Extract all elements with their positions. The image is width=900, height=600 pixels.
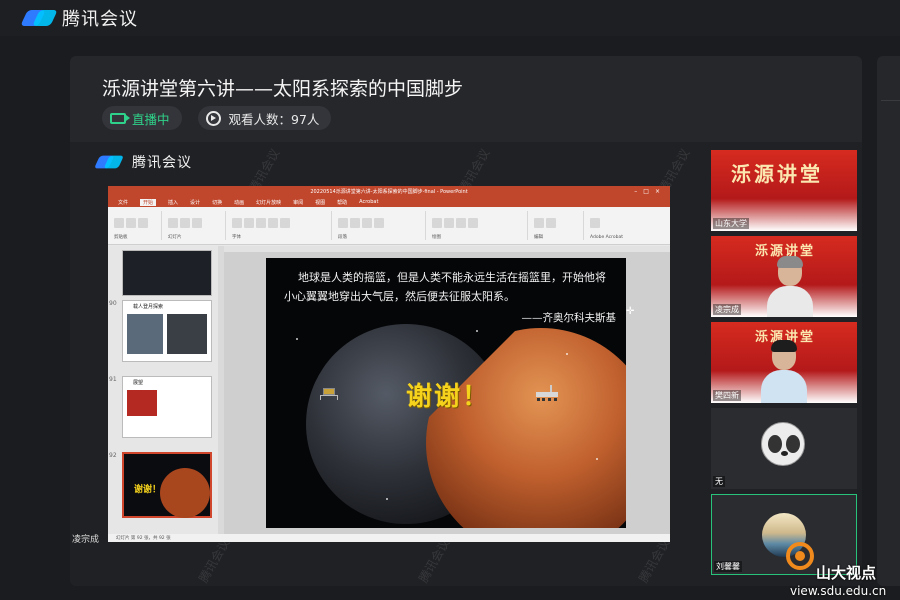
shared-screen: 20220514泺源讲堂第六讲-太阳系探索的中国脚步-final - Power…: [108, 186, 670, 542]
tencent-meeting-logo-icon: [20, 10, 58, 26]
watermark-url: view.sdu.edu.cn: [790, 584, 887, 598]
stream-watermark: 腾讯会议: [416, 536, 453, 586]
ppt-status-bar: 幻灯片 第 92 张，共 92 张: [108, 534, 670, 542]
ribbon-group: 幻灯片: [168, 211, 226, 240]
meeting-title: 泺源讲堂第六讲——太阳系探索的中国脚步: [102, 78, 464, 100]
current-slide: 地球是人类的摇篮，但是人类不能永远生活在摇篮里，开始他将小心翼翼地穿出大气层，然…: [266, 258, 626, 528]
ppt-tab: 帮助: [337, 199, 348, 206]
ribbon-group: 剪贴板: [114, 211, 162, 240]
mouse-cursor-icon: ✛: [626, 306, 635, 317]
meeting-badges: 直播中 观看人数：97人: [102, 106, 332, 130]
participant-video: [767, 256, 813, 317]
stream-app-name: 腾讯会议: [132, 155, 192, 171]
ribbon-group: 字体: [232, 211, 332, 240]
sdu-watermark: 山大视点 view.sdu.edu.cn: [776, 534, 900, 600]
slide-thumbnail: 载人登月探索: [122, 300, 212, 362]
side-panel-edge: [877, 56, 900, 586]
participant-tile[interactable]: 泺源讲堂 山东大学: [711, 150, 857, 231]
play-circle-icon: [205, 110, 221, 126]
participant-name: 山东大学: [713, 218, 749, 229]
ribbon-group: 绘图: [432, 211, 528, 240]
participant-banner: 泺源讲堂: [731, 162, 823, 186]
stream-header: 腾讯会议: [70, 142, 710, 182]
lunar-lander-icon: [318, 386, 340, 400]
app-topbar: 腾讯会议: [0, 0, 900, 36]
tencent-meeting-logo-icon: [94, 155, 124, 169]
ppt-tab: 文件: [118, 199, 129, 206]
ppt-tab: 视图: [315, 199, 326, 206]
viewer-count-badge: 观看人数：97人: [197, 106, 332, 130]
stream-watermark: 腾讯会议: [196, 536, 233, 586]
slide-thumbnails-pane: 90 载人登月探索 91 展望 92 谢谢！: [108, 246, 218, 534]
ribbon-group: 段落: [338, 211, 426, 240]
participant-name: 刘馨馨: [714, 561, 742, 572]
viewer-count-label: 观看人数：97人: [228, 111, 320, 127]
ppt-ribbon: 剪贴板 幻灯片 字体 段落 绘图 编辑 Adobe Acrobat: [108, 207, 670, 245]
ppt-tab: 切换: [212, 199, 223, 206]
ppt-body: 90 载人登月探索 91 展望 92 谢谢！ 地球是人类的摇篮，但是人类不能永远…: [108, 246, 670, 534]
horizontal-ruler: [224, 246, 670, 252]
avatar: [761, 422, 805, 466]
stream-watermark: 腾讯会议: [636, 536, 673, 586]
ppt-tab: 开始: [140, 198, 157, 206]
participant-name: 无: [713, 476, 725, 487]
app-name: 腾讯会议: [62, 9, 138, 30]
slide-thumbnail: [122, 250, 212, 296]
live-stream-card: 泺源讲堂第六讲——太阳系探索的中国脚步 直播中 观看人数：97人 腾讯会议 腾讯…: [70, 56, 862, 586]
video-camera-icon: [110, 112, 130, 124]
slide-thumbnail: 展望: [122, 376, 212, 438]
participant-name: 樊四新: [713, 390, 741, 401]
participant-video: [761, 340, 807, 403]
participant-tile[interactable]: 泺源讲堂 凌宗成: [711, 236, 857, 317]
live-status-badge: 直播中: [102, 106, 182, 130]
slide-quote: 地球是人类的摇篮，但是人类不能永远生活在摇篮里，开始他将小心翼翼地穿出大气层，然…: [284, 271, 606, 303]
ppt-tab: 审阅: [293, 199, 304, 206]
ribbon-group: 编辑: [534, 211, 584, 240]
watermark-brand: 山大视点: [816, 564, 877, 582]
eye-logo-icon: [782, 534, 818, 578]
participant-tile[interactable]: 无: [711, 408, 857, 489]
ppt-window-title: 20220514泺源讲堂第六讲-太阳系探索的中国脚步-final - Power…: [108, 186, 670, 197]
ppt-tab: 设计: [190, 199, 201, 206]
ppt-ribbon-tabs: 文件 开始 插入 设计 切换 动画 幻灯片放映 审阅 视图 帮助 Acrobat: [108, 197, 670, 207]
ppt-tab: 幻灯片放映: [256, 199, 282, 206]
participant-name: 凌宗成: [713, 304, 741, 315]
presenter-name: 凌宗成: [72, 535, 100, 545]
slide-thumbnail-number: 91: [109, 376, 117, 383]
ribbon-group: Adobe Acrobat: [590, 211, 650, 240]
ppt-tab: 插入: [168, 199, 179, 206]
slide-canvas: 地球是人类的摇篮，但是人类不能永远生活在摇篮里，开始他将小心翼翼地穿出大气层，然…: [224, 246, 670, 534]
participant-tile[interactable]: 泺源讲堂 樊四新: [711, 322, 857, 403]
video-stream[interactable]: 腾讯会议 腾讯会议 腾讯会议 腾讯会议 腾讯会议 腾讯会议 腾讯会议 20220…: [70, 142, 862, 586]
slide-thanks-heading: 谢谢！: [406, 382, 491, 412]
slide-thumbnail-number: 90: [109, 300, 117, 307]
slide-thumbnail-number: 92: [109, 452, 117, 459]
window-controls-icon: –□×: [634, 188, 666, 195]
mars-rover-icon: [534, 385, 560, 402]
slide-thumbnail-current[interactable]: 谢谢！: [122, 452, 212, 518]
ppt-tab: 动画: [234, 199, 245, 206]
live-status-label: 直播中: [132, 111, 170, 127]
ppt-tab: Acrobat: [359, 199, 379, 205]
slide-quote-author: ——齐奥尔科夫斯基: [521, 312, 617, 324]
